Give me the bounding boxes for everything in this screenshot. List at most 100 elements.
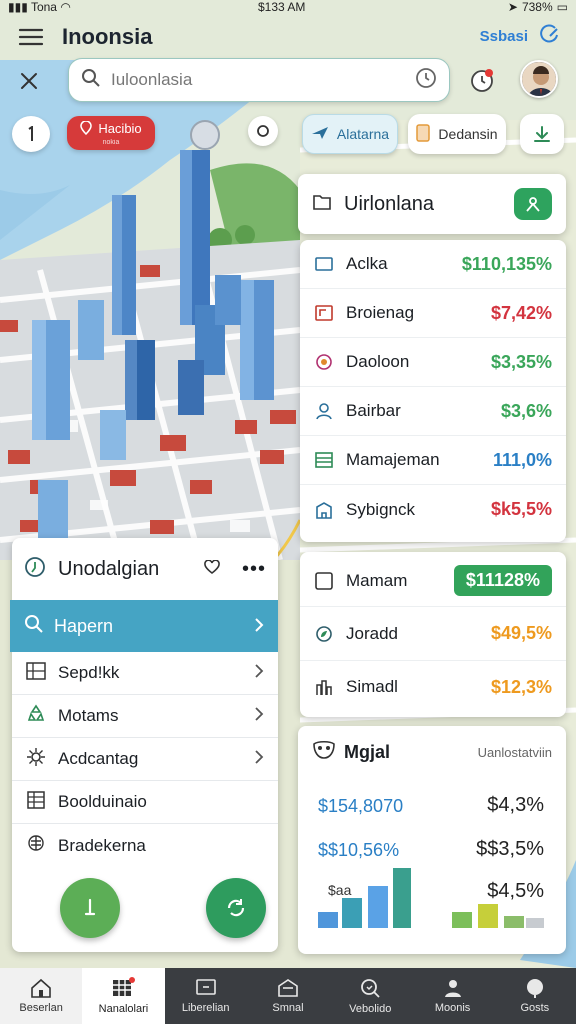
list-item[interactable]: Bairbar $3,6% xyxy=(300,387,566,436)
target-icon xyxy=(314,352,334,372)
search-input[interactable] xyxy=(111,70,415,90)
tab-nanalolari[interactable]: Nanalolari xyxy=(82,968,165,1024)
clock: $133 AM xyxy=(258,0,306,14)
search-bar[interactable] xyxy=(68,58,450,102)
list-item[interactable]: Broienag $7,42% xyxy=(300,289,566,338)
chart-card-subtitle: Uanlostatviin xyxy=(477,745,552,760)
tab-smnal[interactable]: Smnal xyxy=(247,968,329,1024)
location-icon: ➤ xyxy=(507,0,518,14)
right-value: $$3,5% xyxy=(476,838,544,860)
checkbox-icon[interactable] xyxy=(314,571,334,591)
more-icon[interactable]: ••• xyxy=(242,558,266,581)
list-icon xyxy=(314,450,334,470)
dedansin-chip[interactable]: Dedansin xyxy=(408,114,506,154)
list-item[interactable]: Daoloon $3,35% xyxy=(300,338,566,387)
list-item[interactable]: Sybignck $k5,5% xyxy=(300,485,566,534)
list-item[interactable]: Mamam $11128% xyxy=(300,555,566,607)
chart-bar xyxy=(368,886,388,928)
wifi-icon: ◠ xyxy=(60,0,71,14)
left-value: $$10,56% xyxy=(318,840,400,860)
mask-icon xyxy=(312,740,336,765)
left-list-item[interactable]: Acdcantag xyxy=(12,738,278,781)
left-list-item[interactable]: Boolduinaio xyxy=(12,781,278,824)
chart-card-title: Mgjal xyxy=(344,742,391,762)
tab-gosts[interactable]: Gosts xyxy=(494,968,576,1024)
right-value: $4,3% xyxy=(487,794,544,816)
signal-icon: ▮▮▮ xyxy=(8,0,28,14)
recycle-icon xyxy=(26,704,46,729)
notification-icon[interactable] xyxy=(466,64,498,96)
grid-icon xyxy=(26,661,46,685)
location-chip[interactable] xyxy=(248,116,278,146)
list-item[interactable]: Simadl $12,3% xyxy=(300,661,566,713)
right-panel-title: Uirlonlana xyxy=(344,192,435,215)
selected-item[interactable]: Hapern xyxy=(10,600,278,652)
info-chip[interactable] xyxy=(12,116,50,152)
tab-moonis[interactable]: Moonis xyxy=(411,968,493,1024)
folder-icon xyxy=(314,254,334,274)
chart-bar xyxy=(393,868,411,928)
chevron-right-icon xyxy=(254,706,264,726)
left-list-item[interactable]: Sepd!kk xyxy=(12,652,278,695)
building-icon xyxy=(314,500,334,520)
chart-bar xyxy=(478,904,498,928)
left-value: $154,8070 xyxy=(318,796,404,816)
alatarna-chip[interactable]: Alatarna xyxy=(302,114,398,154)
right-panel-header: Uirlonlana xyxy=(298,174,566,234)
header-link[interactable]: Ssbasi xyxy=(480,28,528,45)
left-list-item[interactable]: Bradekerna xyxy=(12,824,278,867)
chart-icon xyxy=(314,677,334,697)
chart-card-header: Mgjal Uanlostatviin xyxy=(312,740,552,765)
home-icon xyxy=(30,978,52,998)
left-panel-title: Unodalgian xyxy=(58,557,160,580)
screen-icon xyxy=(195,978,217,998)
header: Inoonsia Ssbasi xyxy=(0,14,576,60)
add-button[interactable] xyxy=(60,878,120,938)
download-chip[interactable] xyxy=(520,114,564,154)
circle-icon xyxy=(524,978,546,998)
clock-icon[interactable] xyxy=(415,67,437,94)
edit-icon[interactable] xyxy=(538,24,560,46)
battery-icon: ▭ xyxy=(556,0,568,14)
heart-icon[interactable] xyxy=(204,558,220,579)
bottom-tab-bar: Beserlan Nanalolari Liberelian Smnal Veb… xyxy=(0,968,576,1024)
menu-icon[interactable] xyxy=(18,27,44,47)
person-icon xyxy=(442,978,464,998)
chevron-right-icon xyxy=(254,616,264,637)
refresh-button[interactable] xyxy=(206,878,266,938)
brain-icon xyxy=(26,833,46,858)
search-icon xyxy=(81,68,101,93)
chart-bar xyxy=(452,912,472,928)
page-title: Inoonsia xyxy=(62,24,153,49)
chart-bar xyxy=(504,916,524,928)
list-item[interactable]: Aclka $110,135% xyxy=(300,240,566,289)
chevron-right-icon xyxy=(254,663,264,683)
search-row xyxy=(0,58,576,104)
gear-icon xyxy=(26,747,46,772)
search-icon xyxy=(359,977,381,999)
list-item[interactable]: Joradd $49,5% xyxy=(300,607,566,661)
list-item[interactable]: Mamajeman 111,0% xyxy=(300,436,566,485)
house-icon xyxy=(277,978,299,998)
tab-vebolido[interactable]: Vebolido xyxy=(329,968,411,1024)
folder-icon xyxy=(312,193,332,216)
person-button[interactable] xyxy=(514,188,552,220)
chart-bar xyxy=(526,918,544,928)
close-icon[interactable] xyxy=(14,66,44,96)
pin-icon xyxy=(24,556,46,583)
right-value: $4,5% xyxy=(487,880,544,902)
stats-list-secondary: Mamam $11128% Joradd $49,5% Simadl $12,3… xyxy=(300,552,566,717)
chart-bar xyxy=(318,912,338,928)
tab-beserlan[interactable]: Beserlan xyxy=(0,968,83,1024)
battery-label: 738% xyxy=(521,0,553,14)
person-icon xyxy=(314,401,334,421)
avatar[interactable] xyxy=(520,60,558,98)
chart-bar xyxy=(342,898,362,928)
hacibio-chip[interactable]: Hacibio nokia xyxy=(67,116,155,150)
pin-icon xyxy=(80,119,93,137)
document-icon xyxy=(314,303,334,323)
left-list-item[interactable]: Motams xyxy=(12,695,278,738)
tab-liberelian[interactable]: Liberelian xyxy=(165,968,247,1024)
table-icon xyxy=(26,790,46,815)
grid-icon xyxy=(111,977,136,999)
